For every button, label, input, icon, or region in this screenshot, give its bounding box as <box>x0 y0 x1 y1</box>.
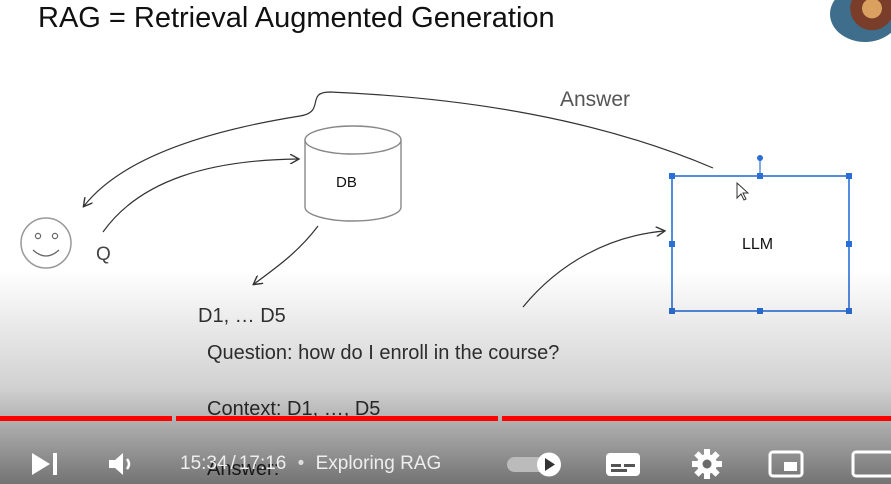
progress-bar[interactable] <box>0 416 891 421</box>
prompt-question-line: Question: how do I enroll in the course? <box>207 342 560 364</box>
llm-label: LLM <box>742 236 774 253</box>
chapter-separator: • <box>297 453 305 474</box>
time-and-chapter: 15:34/17:16 • Exploring RAG <box>180 453 441 475</box>
progress-chapter-segment[interactable] <box>176 416 498 421</box>
question-label: Q <box>96 244 111 265</box>
llm-box[interactable] <box>669 155 852 314</box>
settings-gear-icon[interactable] <box>690 448 724 480</box>
miniplayer-icon[interactable] <box>767 449 807 479</box>
presentation-slide: RAG = Retrieval Augmented Generation DB … <box>0 0 891 484</box>
current-time: 15:34 <box>180 453 228 474</box>
player-controls: 15:34/17:16 • Exploring RAG <box>0 440 891 484</box>
documents-label: D1, … D5 <box>198 305 286 327</box>
theater-mode-icon[interactable] <box>850 449 891 479</box>
next-icon[interactable] <box>28 450 64 478</box>
answer-arrow-label: Answer <box>560 88 631 111</box>
user-smiley-icon <box>20 217 72 269</box>
arrow-prompt-to-llm <box>522 231 664 308</box>
progress-chapter-segment[interactable] <box>502 416 891 421</box>
subtitles-icon[interactable] <box>604 449 644 479</box>
chapter-title[interactable]: Exploring RAG <box>316 453 442 474</box>
db-label: DB <box>336 174 357 191</box>
autoplay-toggle[interactable] <box>505 450 567 478</box>
volume-icon[interactable] <box>106 450 138 478</box>
arrow-q-to-db <box>102 159 298 233</box>
duration: 17:16 <box>238 453 287 474</box>
time-separator: / <box>230 453 236 474</box>
arrow-db-to-docs <box>254 225 319 284</box>
progress-chapter-segment[interactable] <box>0 416 172 421</box>
